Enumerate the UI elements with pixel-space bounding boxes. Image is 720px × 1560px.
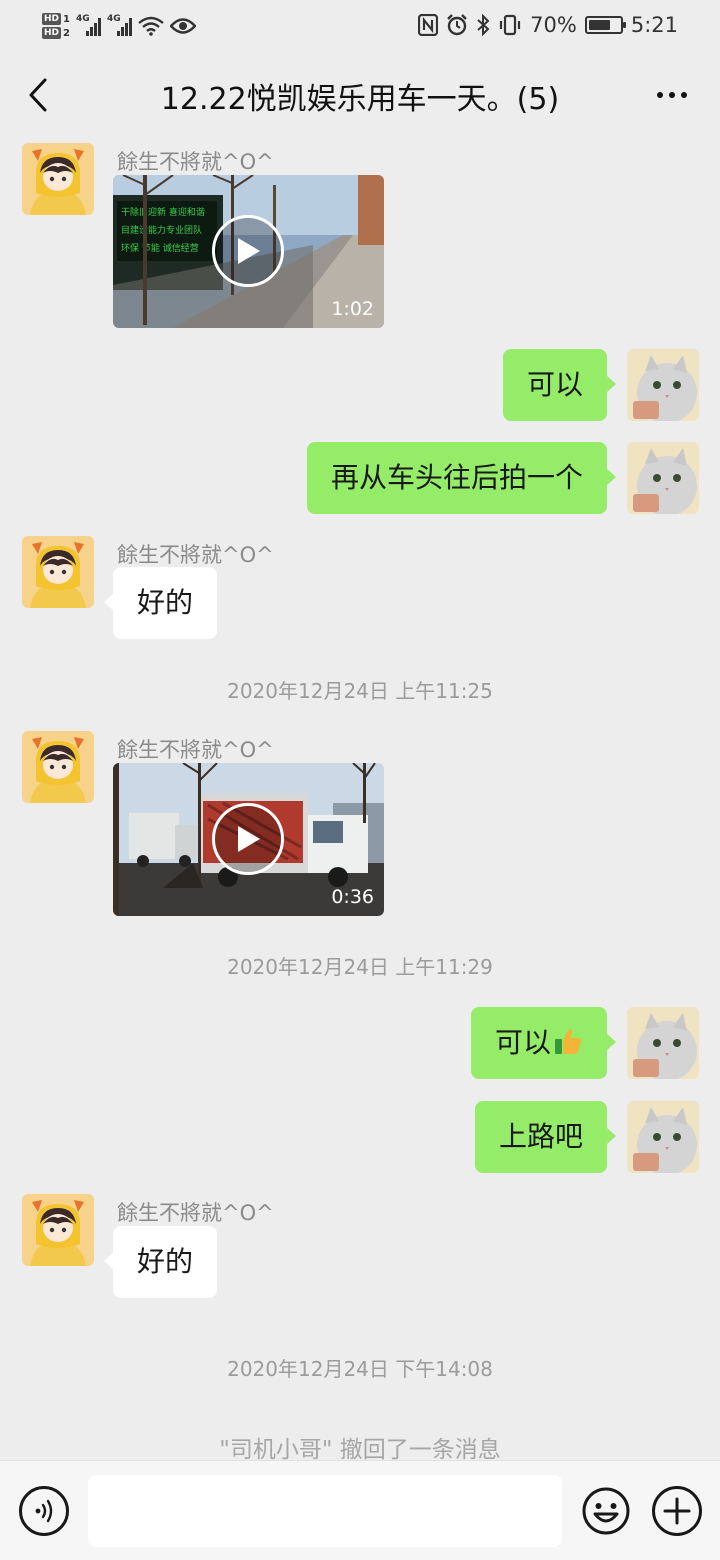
avatar-self[interactable] bbox=[627, 349, 699, 421]
network-type-2: 4G bbox=[106, 14, 121, 24]
network-type-1: 4G bbox=[75, 14, 90, 24]
vibrate-icon bbox=[500, 14, 521, 36]
more-icon bbox=[657, 92, 663, 98]
avatar[interactable] bbox=[22, 536, 94, 608]
wifi-icon bbox=[138, 16, 164, 36]
more-button[interactable] bbox=[652, 78, 692, 112]
play-button[interactable] bbox=[212, 215, 284, 287]
play-button[interactable] bbox=[212, 803, 284, 875]
signal-icon-1: 4G bbox=[75, 14, 101, 36]
hd-slot-1: 1 bbox=[63, 13, 70, 25]
cat-avatar-icon bbox=[627, 349, 699, 421]
eye-icon bbox=[169, 18, 196, 34]
timestamp: 2020年12月24日 上午11:25 bbox=[227, 679, 493, 703]
video-message[interactable]: 干除旧迎新 喜迎和谐 目建设能力专业团队 环保 节能 诚信经营 1:02 bbox=[113, 175, 384, 328]
message-bubble[interactable]: 可以 bbox=[502, 349, 617, 421]
video-duration: 0:36 bbox=[331, 886, 374, 908]
cat-avatar-icon bbox=[627, 1007, 699, 1079]
anime-avatar-icon bbox=[22, 1194, 94, 1266]
hd-slot-2: 2 bbox=[63, 27, 70, 39]
thumbs-up-icon bbox=[555, 1028, 582, 1054]
video-duration: 1:02 bbox=[331, 298, 374, 320]
sender-name: 餘生不將就^O^ bbox=[117, 543, 274, 567]
anime-avatar-icon bbox=[22, 731, 94, 803]
message-bubble[interactable]: 上路吧 bbox=[474, 1101, 617, 1173]
play-icon bbox=[238, 238, 260, 264]
plus-button[interactable] bbox=[652, 1486, 702, 1536]
cat-avatar-icon bbox=[627, 1101, 699, 1173]
timestamp: 2020年12月24日 上午11:29 bbox=[227, 955, 493, 979]
message-bubble[interactable]: 再从车头往后拍一个 bbox=[306, 442, 617, 514]
avatar[interactable] bbox=[22, 143, 94, 215]
nfc-icon bbox=[418, 14, 439, 36]
alarm-icon bbox=[447, 14, 467, 36]
message-input[interactable] bbox=[88, 1475, 562, 1547]
anime-avatar-icon bbox=[22, 536, 94, 608]
sender-name: 餘生不將就^O^ bbox=[117, 738, 274, 762]
hd-label-2: HD bbox=[42, 27, 62, 39]
avatar-self[interactable] bbox=[627, 1007, 699, 1079]
recall-notice: "司机小哥" 撤回了一条消息 bbox=[219, 1437, 501, 1463]
input-bar bbox=[0, 1460, 720, 1560]
video-message[interactable]: 0:36 bbox=[113, 763, 384, 916]
voice-button[interactable] bbox=[19, 1486, 69, 1536]
timestamp: 2020年12月24日 下午14:08 bbox=[227, 1357, 493, 1381]
battery-level bbox=[588, 20, 610, 30]
avatar[interactable] bbox=[22, 1194, 94, 1266]
emoji-button[interactable] bbox=[581, 1486, 631, 1536]
sender-name: 餘生不將就^O^ bbox=[117, 1201, 274, 1225]
play-icon bbox=[238, 826, 260, 852]
chat-title: 12.22悦凯娱乐用车一天。(5) bbox=[160, 82, 560, 117]
clock: 5:21 bbox=[630, 13, 678, 37]
chat-screen: HD 1 HD 2 4G 4G 70% 5:21 12.22悦凯娱乐用车一天。(… bbox=[0, 0, 720, 1560]
svg-text:干除旧迎新 喜迎和谐: 干除旧迎新 喜迎和谐 bbox=[121, 206, 205, 218]
avatar-self[interactable] bbox=[627, 442, 699, 514]
message-bubble[interactable]: 好的 bbox=[103, 1226, 218, 1298]
battery-percent: 70% bbox=[530, 13, 577, 37]
more-icon-dot bbox=[681, 92, 687, 98]
bluetooth-icon bbox=[477, 14, 490, 36]
status-left: HD 1 HD 2 4G 4G bbox=[42, 6, 196, 46]
more-icon-dot bbox=[669, 92, 675, 98]
anime-avatar-icon bbox=[22, 143, 94, 215]
status-bar: HD 1 HD 2 4G 4G 70% 5:21 bbox=[0, 0, 720, 50]
hd-indicators: HD 1 HD 2 bbox=[42, 13, 70, 39]
signal-icon-2: 4G bbox=[106, 14, 132, 36]
cat-avatar-icon bbox=[627, 442, 699, 514]
status-right: 70% 5:21 bbox=[418, 10, 678, 40]
plus-icon bbox=[663, 1497, 691, 1525]
voice-icon bbox=[35, 1499, 53, 1523]
emoji-icon bbox=[582, 1487, 630, 1535]
avatar[interactable] bbox=[22, 731, 94, 803]
svg-text:目建设能力专业团队: 目建设能力专业团队 bbox=[121, 224, 202, 236]
battery-icon bbox=[584, 16, 626, 34]
hd-badge-2: HD 2 bbox=[42, 27, 70, 39]
title-bar: 12.22悦凯娱乐用车一天。(5) bbox=[0, 50, 720, 140]
hd-badge-1: HD 1 bbox=[42, 13, 70, 25]
svg-text:环保 节能 诚信经营: 环保 节能 诚信经营 bbox=[121, 242, 199, 254]
message-bubble[interactable]: 好的 bbox=[103, 567, 218, 639]
message-text: 可以 bbox=[494, 1026, 551, 1059]
hd-label-1: HD bbox=[42, 13, 62, 25]
sender-name: 餘生不將就^O^ bbox=[117, 150, 274, 174]
message-bubble[interactable]: 可以 bbox=[470, 1007, 617, 1079]
avatar-self[interactable] bbox=[627, 1101, 699, 1173]
